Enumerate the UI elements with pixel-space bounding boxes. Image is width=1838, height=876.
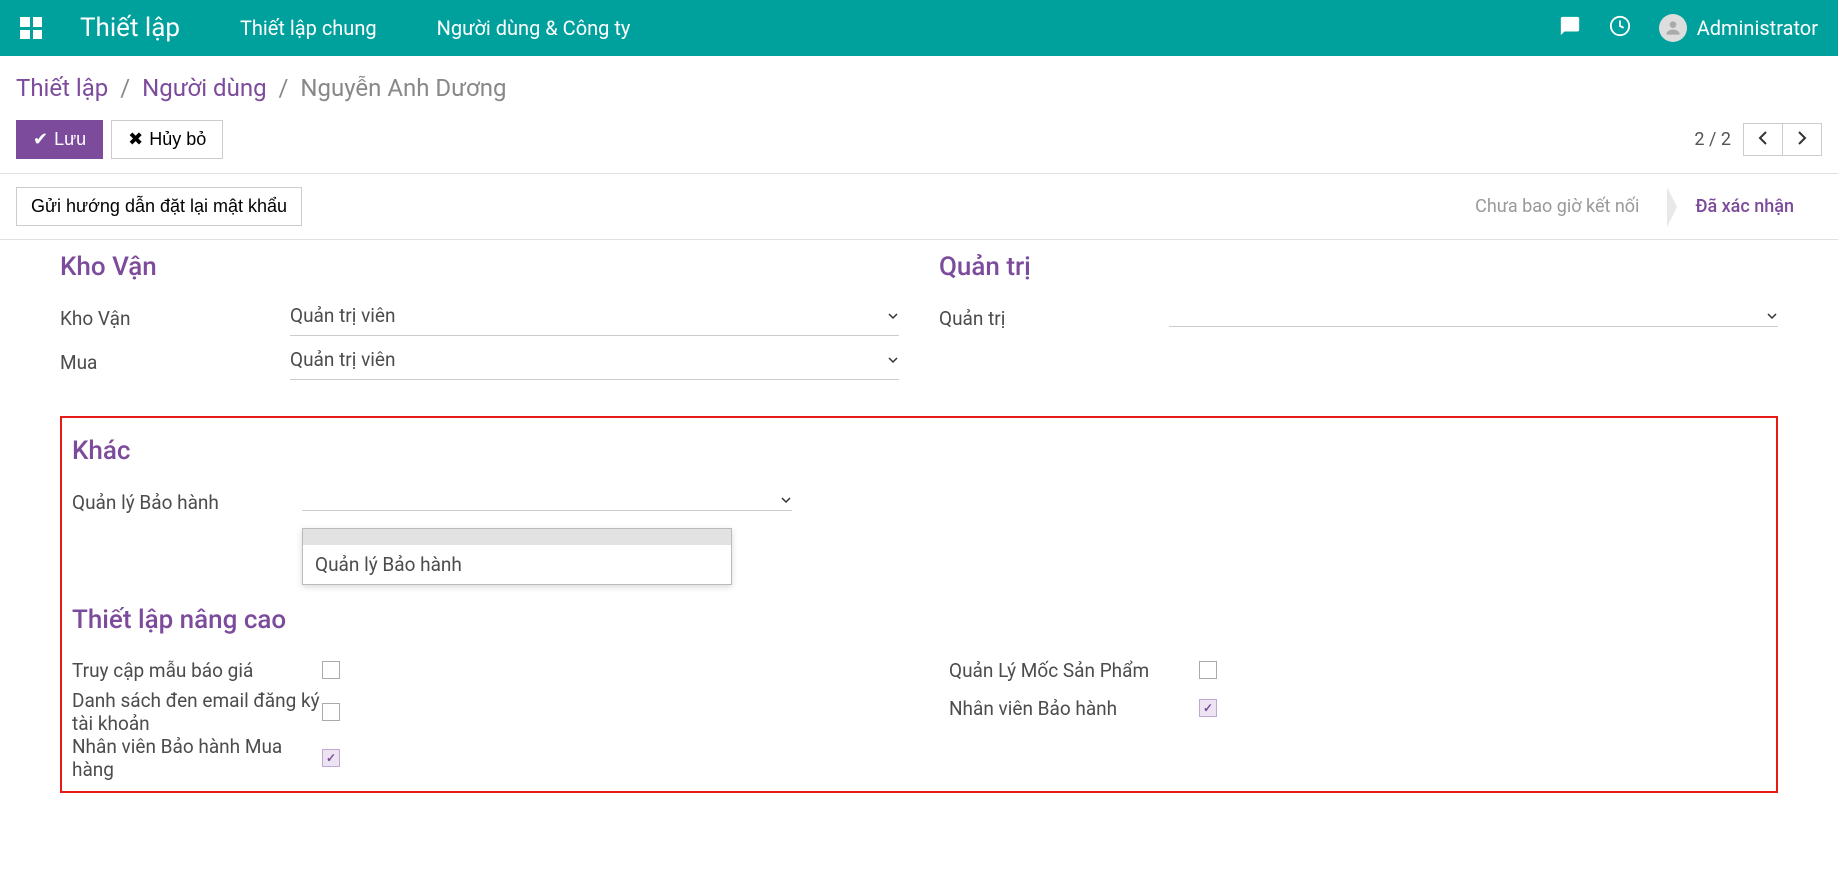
- label-warranty-purchase-staff: Nhân viên Bảo hành Mua hàng: [72, 735, 322, 781]
- status-never-connected[interactable]: Chưa bao giờ kết nối: [1447, 186, 1667, 227]
- highlighted-section: Khác Quản lý Bảo hành Quản lý Bảo hành T…: [60, 416, 1778, 793]
- save-button-label: Lưu: [54, 129, 86, 150]
- section-other: Khác: [72, 436, 1766, 466]
- menu-users-companies[interactable]: Người dùng & Công ty: [437, 16, 631, 40]
- status-row: Gửi hướng dẫn đặt lại mật khẩu Chưa bao …: [0, 174, 1838, 240]
- dropdown-warranty-manager: Quản lý Bảo hành: [302, 528, 732, 585]
- section-admin: Quản trị: [939, 252, 1778, 282]
- breadcrumb: Thiết lập / Người dùng / Nguyễn Anh Dươn…: [16, 74, 1822, 102]
- discard-button-label: Hủy bỏ: [149, 129, 206, 150]
- user-avatar[interactable]: [1659, 14, 1687, 42]
- select-warranty-manager-value: [302, 496, 780, 504]
- send-password-reset-button[interactable]: Gửi hướng dẫn đặt lại mật khẩu: [16, 187, 302, 226]
- checkbox-product-milestone-mgr[interactable]: [1199, 661, 1217, 679]
- checkbox-warranty-staff[interactable]: [1199, 699, 1217, 717]
- breadcrumb-current: Nguyễn Anh Dương: [300, 74, 506, 102]
- select-purchase-value: Quản trị viên: [290, 344, 887, 375]
- breadcrumb-sep: /: [279, 74, 289, 102]
- chevron-down-icon: [780, 494, 792, 506]
- chevron-down-icon: [1766, 310, 1778, 322]
- breadcrumb-settings[interactable]: Thiết lập: [16, 74, 108, 102]
- pager-text: 2 / 2: [1694, 129, 1731, 150]
- user-menu[interactable]: Administrator: [1697, 16, 1818, 40]
- label-warranty-manager: Quản lý Bảo hành: [72, 491, 302, 514]
- chevron-down-icon: [887, 354, 899, 366]
- dropdown-option-empty[interactable]: [303, 529, 731, 545]
- close-icon: ✖: [128, 129, 143, 150]
- label-email-blacklist: Danh sách đen email đăng ký tài khoản: [72, 689, 322, 735]
- checkbox-warranty-purchase-staff[interactable]: [322, 749, 340, 767]
- label-purchase: Mua: [60, 351, 290, 374]
- label-product-milestone-mgr: Quản Lý Mốc Sản Phẩm: [949, 659, 1199, 682]
- form-sheet: Kho Vận Kho Vận Quản trị viên Mua Quản t…: [0, 240, 1838, 833]
- select-admin-value: [1169, 312, 1766, 320]
- breadcrumb-users[interactable]: Người dùng: [142, 74, 266, 102]
- select-inventory-value: Quản trị viên: [290, 300, 887, 331]
- chevron-left-icon: [1758, 131, 1768, 145]
- select-admin[interactable]: [1169, 310, 1778, 327]
- check-icon: ✔: [33, 129, 48, 150]
- dropdown-option-warranty-manager[interactable]: Quản lý Bảo hành: [303, 545, 731, 584]
- section-inventory: Kho Vận: [60, 252, 899, 282]
- label-admin: Quản trị: [939, 307, 1169, 330]
- label-warranty-staff: Nhân viên Bảo hành: [949, 697, 1199, 720]
- pager-prev-button[interactable]: [1744, 124, 1782, 155]
- pager-next-button[interactable]: [1782, 124, 1821, 155]
- discard-button[interactable]: ✖ Hủy bỏ: [111, 120, 223, 159]
- select-inventory[interactable]: Quản trị viên: [290, 300, 899, 336]
- breadcrumb-sep: /: [120, 74, 130, 102]
- select-purchase[interactable]: Quản trị viên: [290, 344, 899, 380]
- apps-icon[interactable]: [20, 17, 42, 39]
- status-bar: Chưa bao giờ kết nối Đã xác nhận: [1447, 186, 1822, 227]
- save-button[interactable]: ✔ Lưu: [16, 120, 103, 159]
- label-inventory: Kho Vận: [60, 307, 290, 330]
- checkbox-quote-template-access[interactable]: [322, 661, 340, 679]
- activities-icon[interactable]: [1609, 15, 1631, 41]
- pager: 2 / 2: [1694, 123, 1822, 156]
- section-advanced: Thiết lập nâng cao: [72, 605, 1766, 635]
- status-confirmed[interactable]: Đã xác nhận: [1667, 186, 1822, 227]
- app-title[interactable]: Thiết lập: [80, 13, 180, 43]
- label-quote-template-access: Truy cập mẫu báo giá: [72, 659, 322, 682]
- chat-icon[interactable]: [1559, 15, 1581, 41]
- control-panel: Thiết lập / Người dùng / Nguyễn Anh Dươn…: [0, 56, 1838, 174]
- chevron-right-icon: [1797, 131, 1807, 145]
- checkbox-email-blacklist[interactable]: [322, 703, 340, 721]
- menu-general-settings[interactable]: Thiết lập chung: [240, 16, 377, 40]
- chevron-down-icon: [887, 310, 899, 322]
- navbar: Thiết lập Thiết lập chung Người dùng & C…: [0, 0, 1838, 56]
- select-warranty-manager[interactable]: [302, 494, 792, 511]
